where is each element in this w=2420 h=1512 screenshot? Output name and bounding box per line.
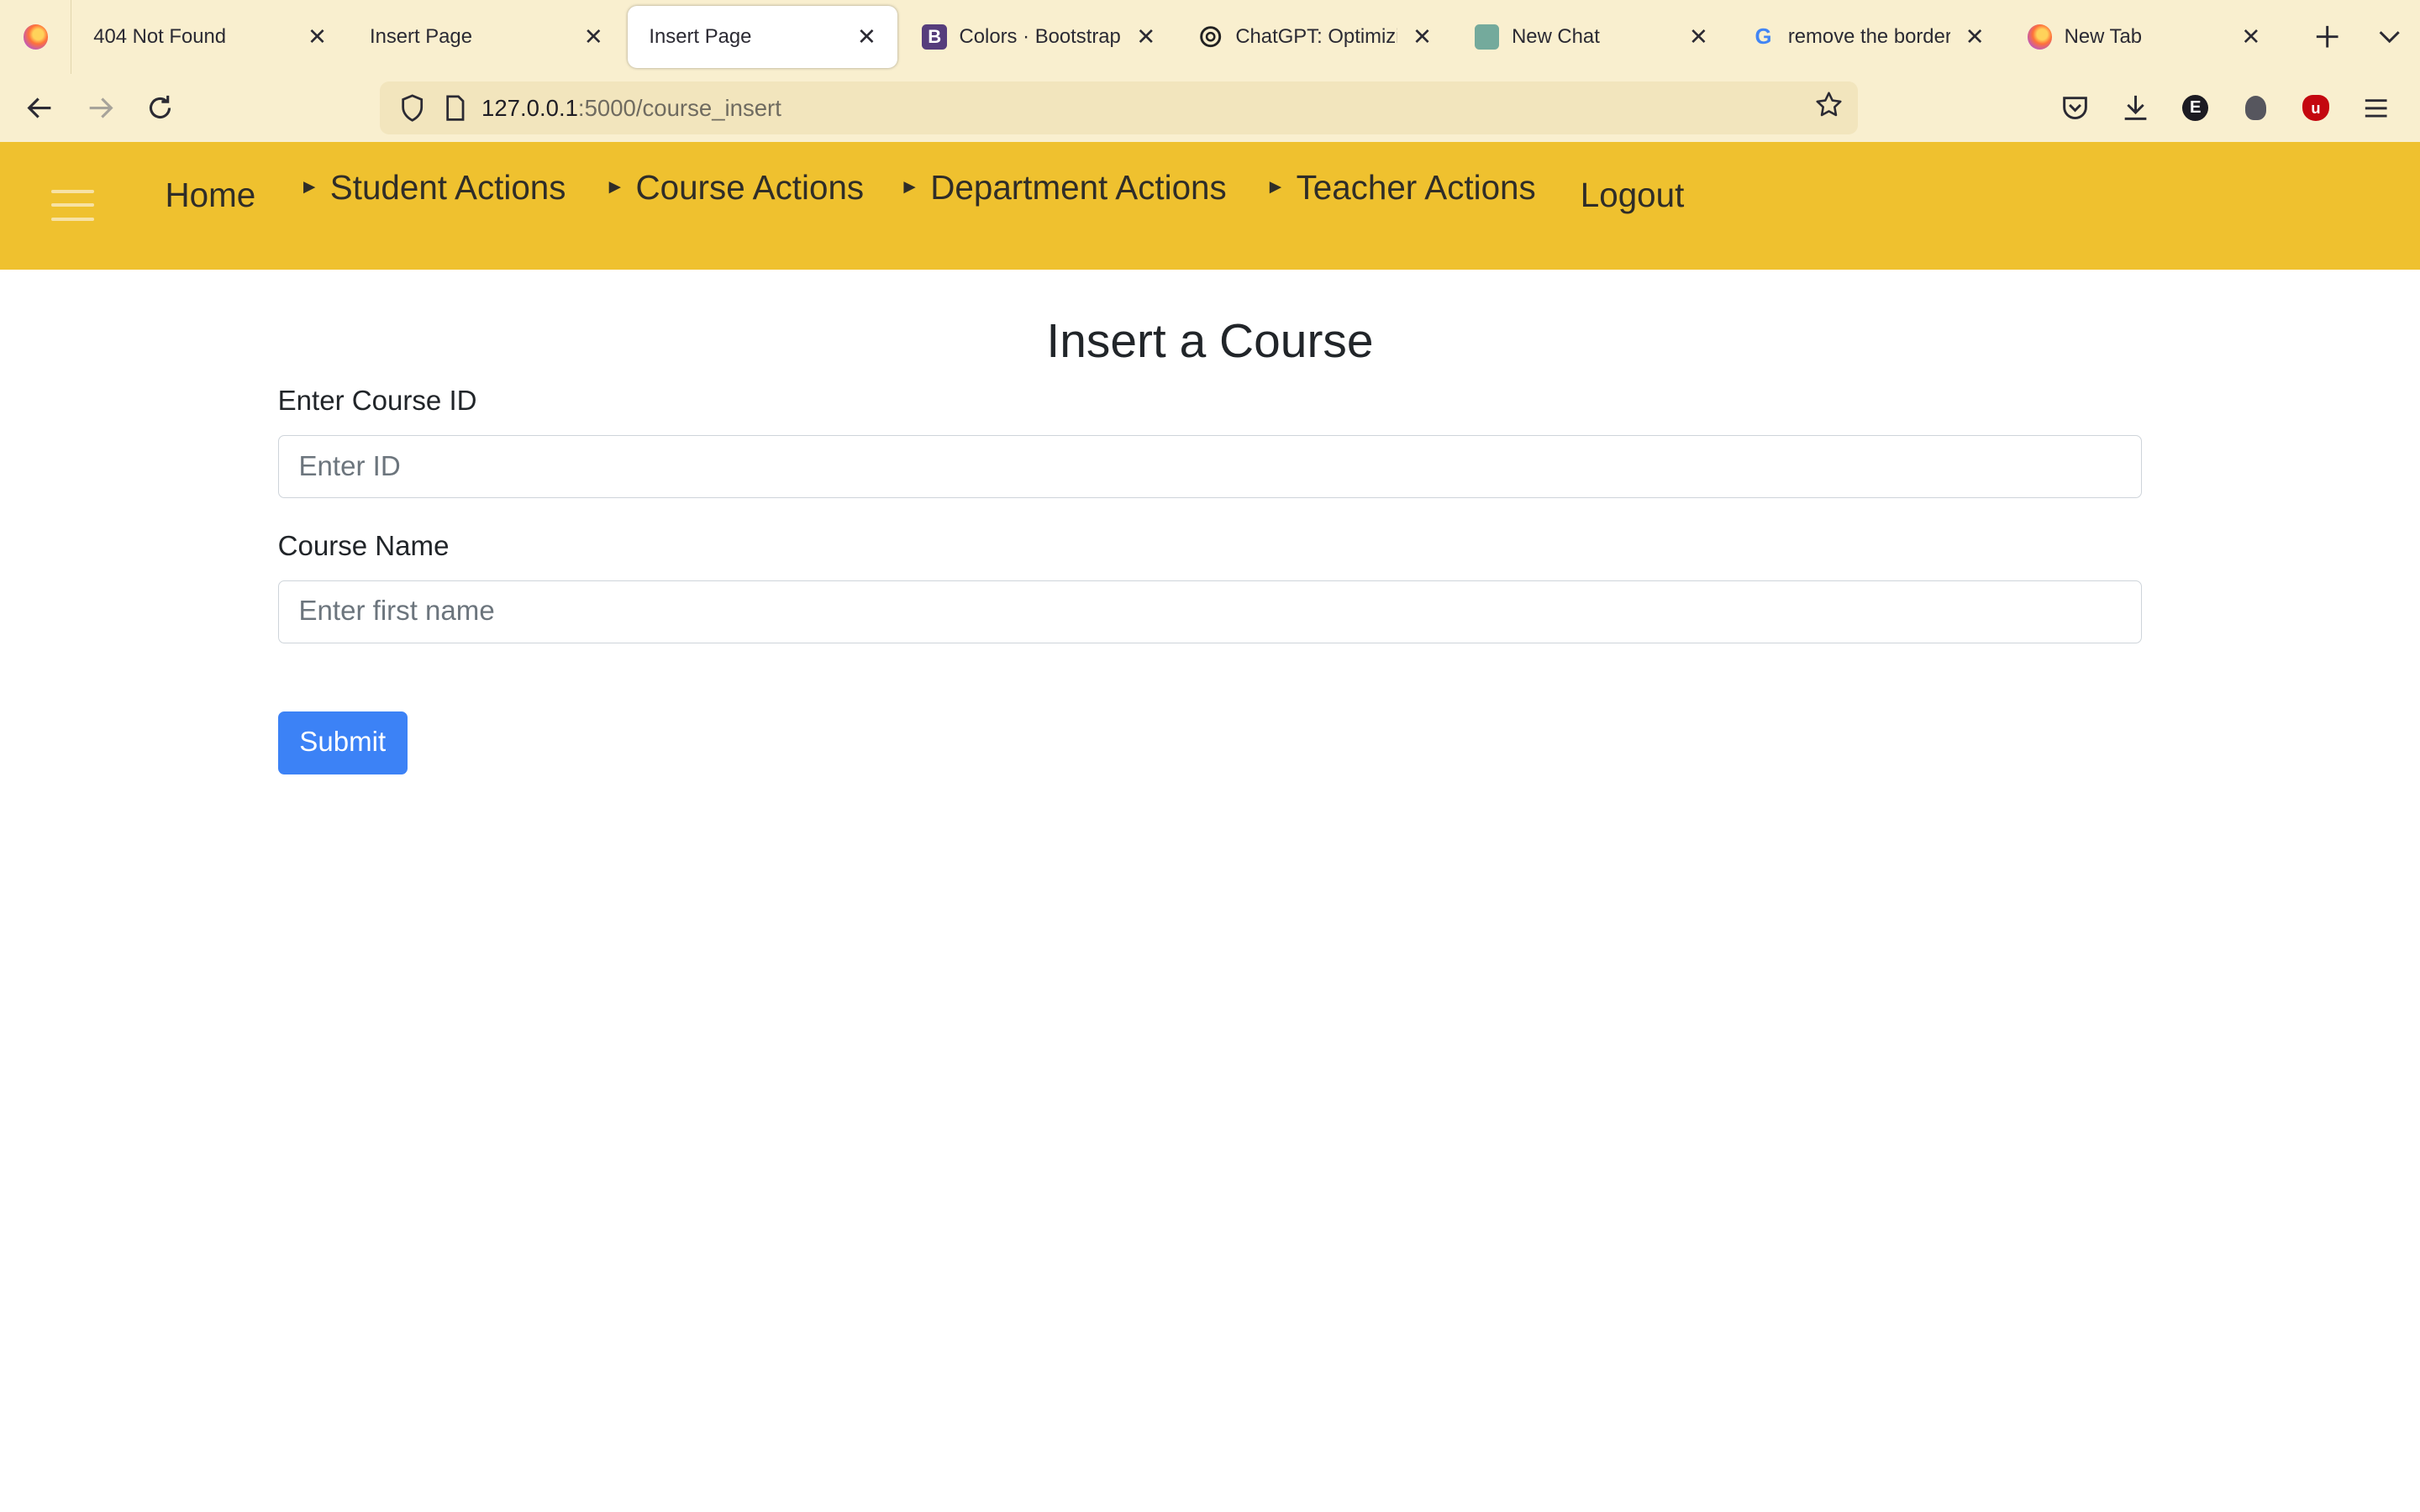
tab-strip-controls (2296, 0, 2420, 74)
list-all-tabs-button[interactable] (2358, 0, 2419, 74)
submit-button[interactable]: Submit (277, 711, 408, 774)
url-path: :5000/course_insert (577, 94, 781, 121)
browser-tab[interactable]: 404 Not Found ✕ (71, 0, 348, 74)
arrow-left-icon (27, 97, 51, 118)
browser-tab-strip: 404 Not Found ✕ Insert Page ✕ Insert Pag… (0, 0, 2420, 75)
extension-e-button[interactable]: E (2170, 81, 2221, 136)
nav-department-actions-label: Department Actions (930, 168, 1227, 207)
close-icon[interactable]: ✕ (1410, 24, 1434, 49)
tab-title: Insert Page (649, 25, 752, 49)
ublock-button[interactable]: u (2291, 81, 2342, 136)
firefox-icon (2027, 24, 2052, 50)
course-name-label: Course Name (277, 530, 450, 562)
nav-teacher-actions-label: Teacher Actions (1296, 168, 1536, 207)
bootstrap-icon: B (922, 24, 947, 50)
new-tab-button[interactable] (2296, 0, 2358, 74)
url-host: 127.0.0.1 (481, 94, 578, 121)
page-icon[interactable] (439, 95, 472, 121)
download-icon[interactable] (2110, 81, 2161, 136)
url-bar[interactable]: 127.0.0.1:5000/course_insert (379, 81, 1859, 134)
ublock-icon: u (2302, 94, 2329, 122)
browser-tab[interactable]: Insert Page ✕ (348, 0, 624, 74)
hamburger-menu-icon (2365, 98, 2387, 118)
reload-icon (150, 95, 171, 119)
page-title: Insert a Course (1046, 313, 1374, 368)
nav-home-link[interactable]: Home (166, 176, 256, 215)
browser-tab[interactable]: ChatGPT: Optimizing ✕ (1177, 0, 1454, 74)
tab-title: Insert Page (369, 25, 472, 49)
url-text[interactable]: 127.0.0.1:5000/course_insert (481, 95, 1815, 122)
triangle-right-icon: ► (899, 175, 920, 198)
close-icon[interactable]: ✕ (581, 24, 606, 49)
google-icon: G (1754, 24, 1772, 49)
firefox-icon (23, 24, 48, 50)
arrow-right-icon (89, 97, 113, 118)
course-id-input[interactable] (277, 434, 2143, 499)
browser-tab[interactable]: B Colors · Bootstrap ✕ (901, 0, 1177, 74)
tab-title: remove the border fr (1787, 25, 1950, 49)
nav-department-actions[interactable]: ► Department Actions (900, 168, 1227, 207)
pocket-icon[interactable] (2049, 81, 2101, 136)
nav-student-actions-label: Student Actions (329, 168, 566, 207)
forward-button[interactable] (72, 81, 128, 136)
close-icon[interactable]: ✕ (2238, 24, 2263, 49)
close-icon[interactable]: ✕ (855, 24, 879, 49)
shield-icon[interactable] (395, 94, 429, 122)
close-icon[interactable]: ✕ (1962, 24, 1986, 49)
bookmark-star-icon[interactable] (1815, 91, 1843, 126)
nav-teacher-actions[interactable]: ► Teacher Actions (1265, 168, 1536, 207)
firefox-view-button[interactable] (0, 0, 72, 75)
close-icon[interactable]: ✕ (1686, 24, 1711, 49)
extension-bulb-button[interactable] (2230, 81, 2281, 136)
extension-e-icon: E (2182, 94, 2209, 122)
browser-tab-active[interactable]: Insert Page ✕ (627, 6, 898, 68)
tab-title: Colors · Bootstrap (959, 25, 1121, 49)
lightbulb-icon (2244, 95, 2267, 121)
browser-toolbar: 127.0.0.1:5000/course_insert E u (0, 74, 2420, 142)
nav-course-actions-label: Course Actions (635, 168, 865, 207)
app-menu-button[interactable] (2350, 81, 2402, 136)
chat-icon (1475, 24, 1500, 50)
chevron-down-icon (2379, 31, 2400, 44)
tab-title: New Chat (1512, 25, 1600, 49)
sidebar-toggle-icon[interactable] (50, 189, 95, 221)
triangle-right-icon: ► (604, 175, 625, 198)
openai-icon (1198, 24, 1223, 49)
browser-tab[interactable]: G remove the border fr ✕ (1729, 0, 2006, 74)
nav-student-actions[interactable]: ► Student Actions (299, 168, 566, 207)
tab-title: 404 Not Found (93, 25, 227, 49)
course-name-input[interactable] (277, 580, 2143, 643)
nav-logout-link[interactable]: Logout (1581, 176, 1685, 215)
close-icon[interactable]: ✕ (1134, 24, 1158, 49)
tab-title: New Tab (2064, 25, 2143, 49)
tab-title: ChatGPT: Optimizing (1235, 25, 1397, 49)
back-button[interactable] (13, 81, 68, 136)
browser-tab[interactable]: New Chat ✕ (1453, 0, 1729, 74)
reload-button[interactable] (133, 81, 188, 136)
toolbar-right: E u (2049, 74, 2402, 142)
close-icon[interactable]: ✕ (305, 24, 329, 49)
site-navbar: Home ► Student Actions ► Course Actions ► D… (0, 141, 2420, 270)
nav-course-actions[interactable]: ► Course Actions (605, 168, 864, 207)
triangle-right-icon: ► (1265, 175, 1286, 198)
course-id-label: Enter Course ID (277, 386, 477, 417)
triangle-right-icon: ► (299, 175, 319, 198)
plus-icon (2316, 26, 2338, 48)
browser-tab[interactable]: New Tab ✕ (2006, 0, 2282, 74)
